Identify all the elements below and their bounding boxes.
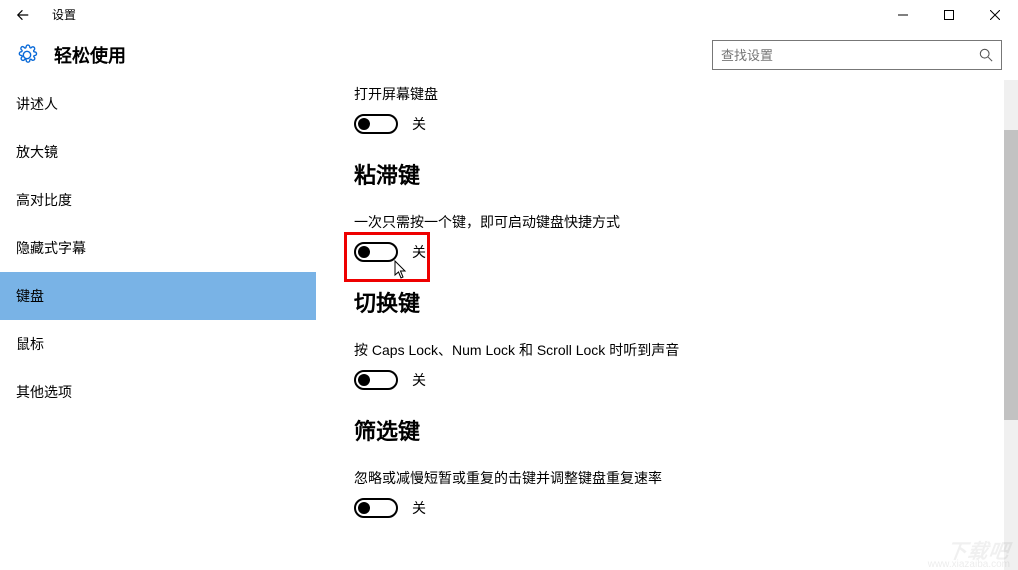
search-box[interactable] [712,40,1002,70]
screen-keyboard-desc: 打开屏幕键盘 [354,84,1018,104]
filter-keys-toggle[interactable] [354,498,398,518]
watermark-url: www.xiazaiba.com [928,559,1010,570]
maximize-button[interactable] [926,0,972,30]
maximize-icon [944,10,954,20]
page-title: 轻松使用 [54,42,712,68]
sidebar: 讲述人 放大镜 高对比度 隐藏式字幕 键盘 鼠标 其他选项 [0,80,316,570]
sidebar-item-closed-captions[interactable]: 隐藏式字幕 [0,224,316,272]
arrow-left-icon [16,8,30,22]
sidebar-item-narrator[interactable]: 讲述人 [0,80,316,128]
toggle-keys-heading: 切换键 [354,286,1018,318]
sidebar-item-magnifier[interactable]: 放大镜 [0,128,316,176]
filter-keys-heading: 筛选键 [354,414,1018,446]
sidebar-item-keyboard[interactable]: 键盘 [0,272,316,320]
sidebar-item-mouse[interactable]: 鼠标 [0,320,316,368]
toggle-keys-state: 关 [412,370,426,390]
toggle-keys-toggle[interactable] [354,370,398,390]
sidebar-item-other-options[interactable]: 其他选项 [0,368,316,416]
toggle-keys-desc: 按 Caps Lock、Num Lock 和 Scroll Lock 时听到声音 [354,340,1018,360]
search-input[interactable] [713,48,971,63]
window-title: 设置 [52,6,76,23]
back-button[interactable] [0,0,46,30]
sticky-keys-desc: 一次只需按一个键，即可启动键盘快捷方式 [354,212,1018,232]
content-area: 打开屏幕键盘 关 粘滞键 一次只需按一个键，即可启动键盘快捷方式 关 切换键 按… [316,80,1018,570]
gear-icon [16,44,38,66]
sidebar-item-high-contrast[interactable]: 高对比度 [0,176,316,224]
screen-keyboard-state: 关 [412,114,426,134]
search-icon [971,40,1001,70]
scrollbar-thumb[interactable] [1004,130,1018,420]
minimize-icon [898,10,908,20]
close-button[interactable] [972,0,1018,30]
screen-keyboard-toggle[interactable] [354,114,398,134]
close-icon [990,10,1000,20]
sticky-keys-state: 关 [412,242,426,262]
filter-keys-desc: 忽略或减慢短暂或重复的击键并调整键盘重复速率 [354,468,1018,488]
scrollbar[interactable] [1004,80,1018,570]
minimize-button[interactable] [880,0,926,30]
cursor-icon [394,260,410,280]
sticky-keys-heading: 粘滞键 [354,158,1018,190]
filter-keys-state: 关 [412,498,426,518]
sticky-keys-toggle[interactable] [354,242,398,262]
